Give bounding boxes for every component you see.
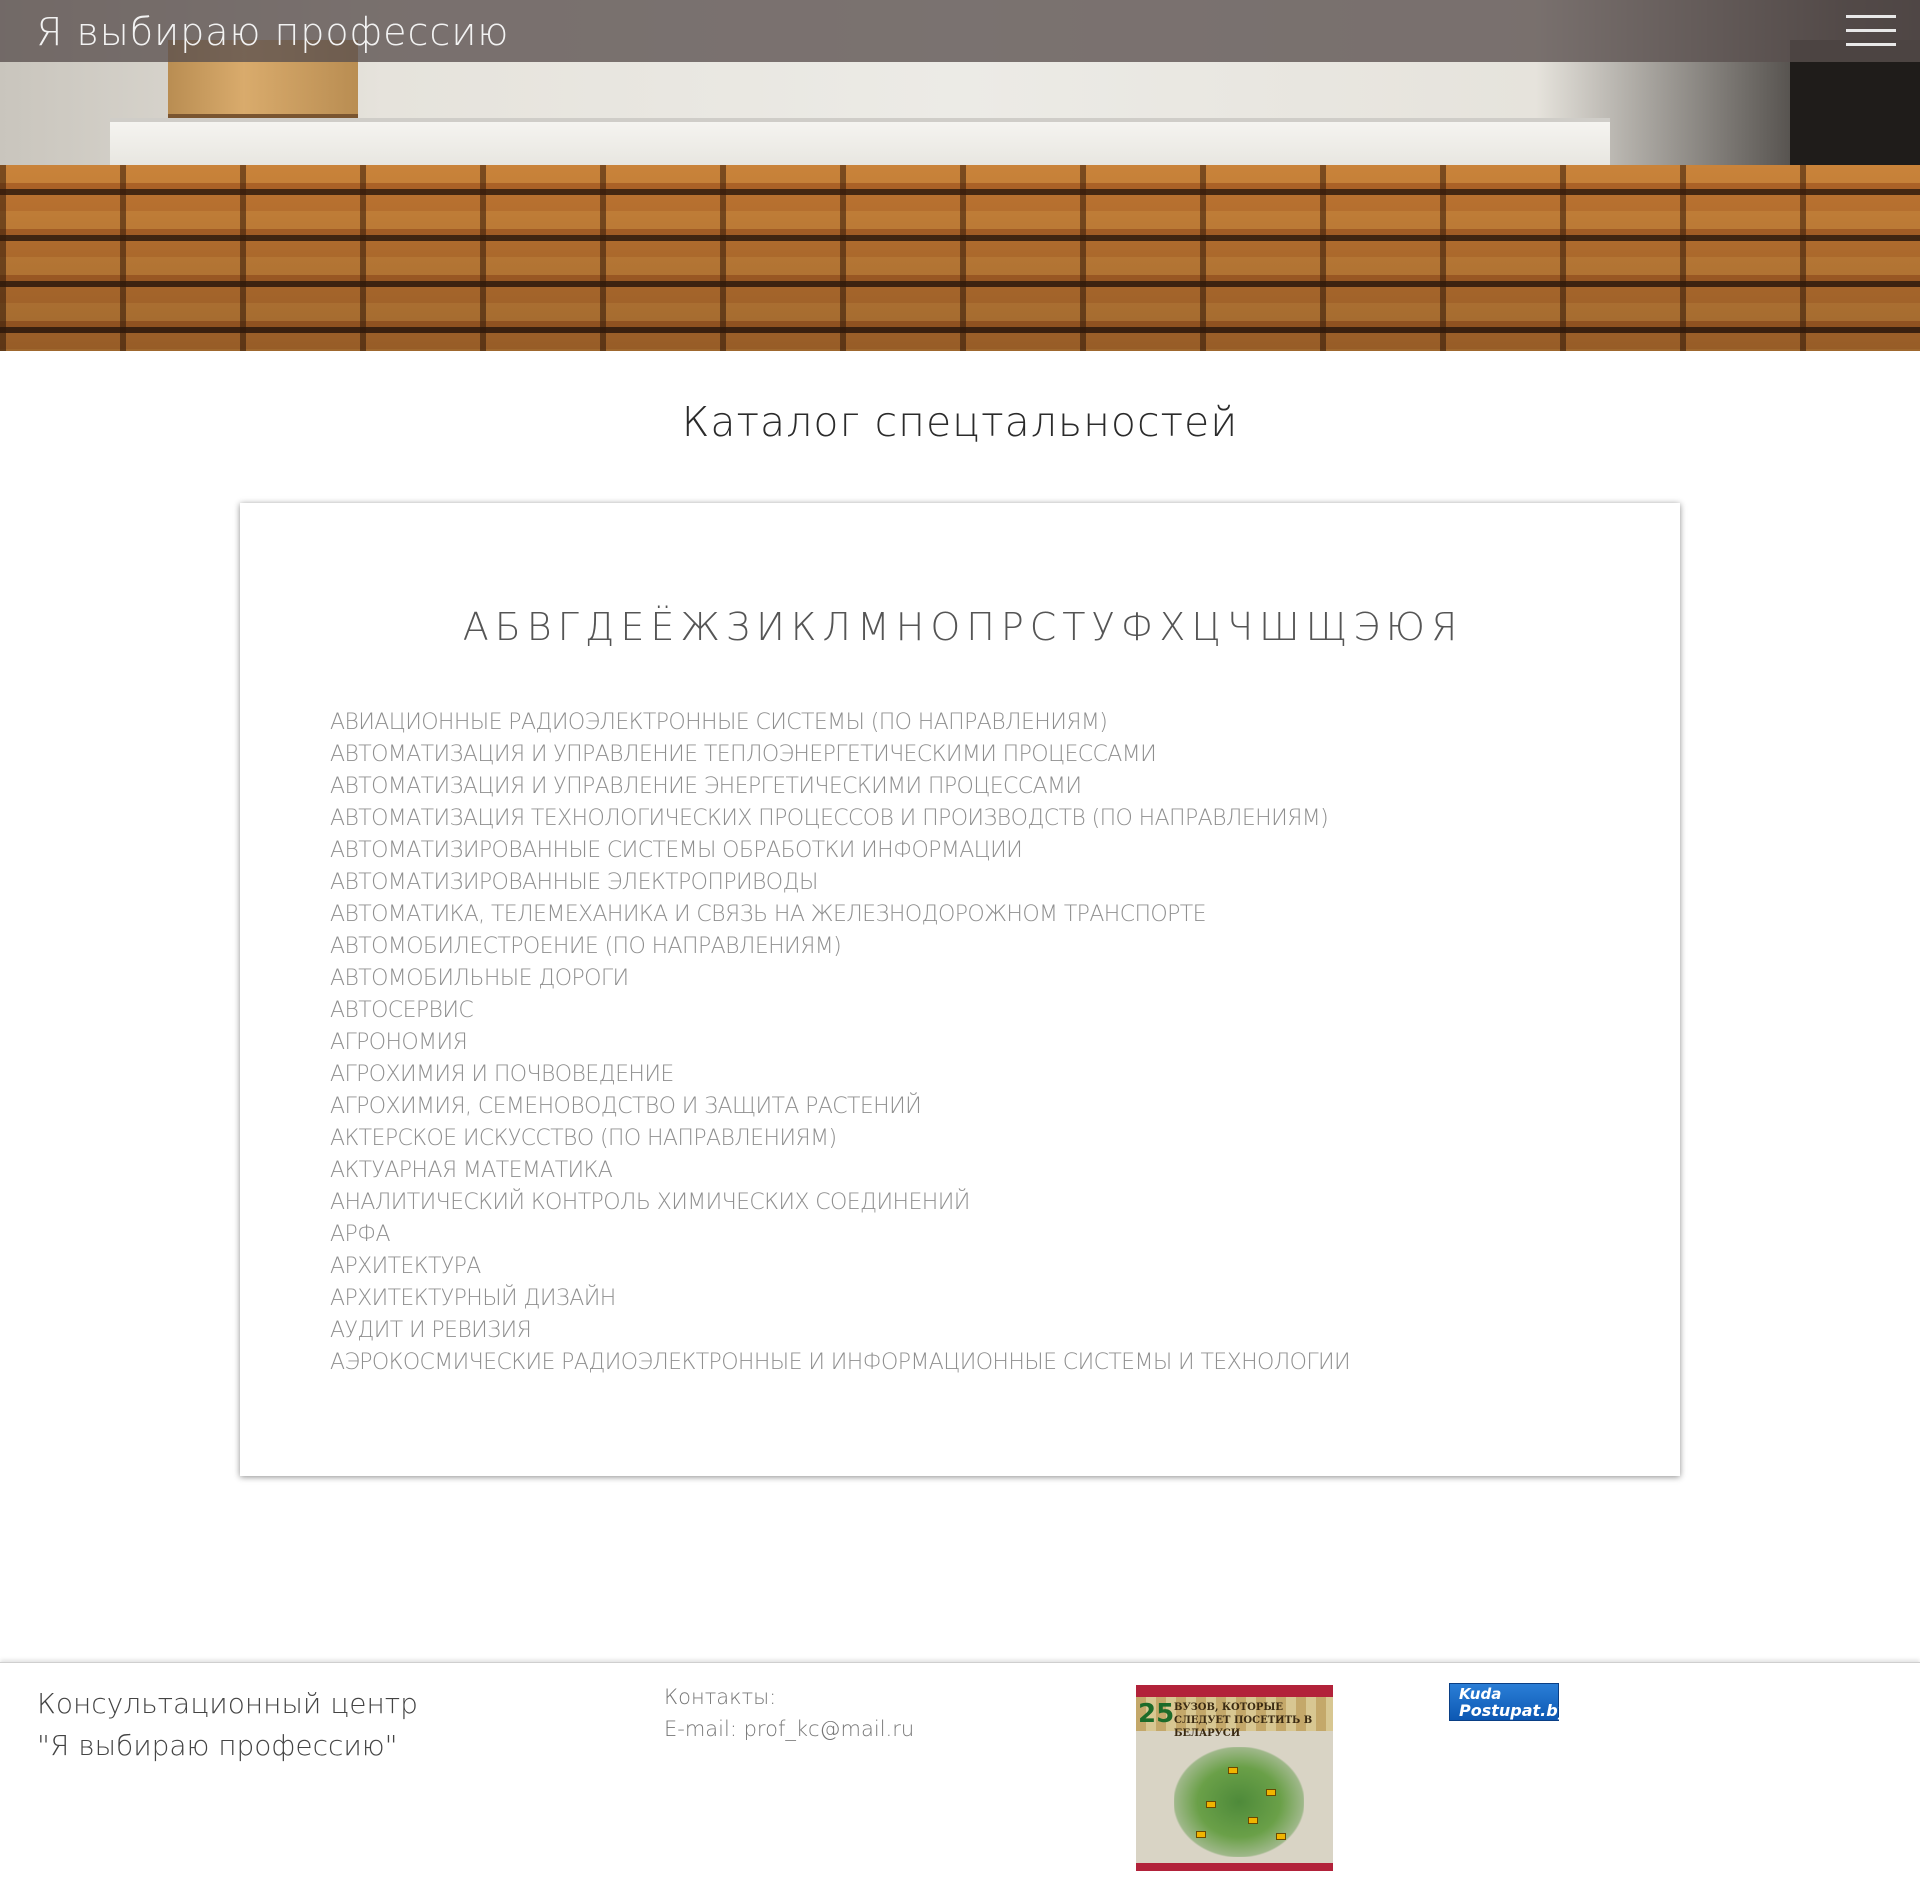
org-subtitle: "Я выбираю профессию" [37,1729,398,1762]
specialty-link[interactable]: Актуарная математика [330,1155,1350,1187]
specialty-link[interactable]: Арфа [330,1219,1350,1251]
specialty-link[interactable]: Автоматизация технологических процессов … [330,803,1350,835]
specialty-link[interactable]: Аналитический контроль химических соедин… [330,1187,1350,1219]
specialty-link[interactable]: Автомобилестроение (по направлениям) [330,931,1350,963]
alphabet-letter-link[interactable]: Ю [1386,605,1425,649]
alphabet-letter-link[interactable]: И [756,605,785,649]
map-marker [1196,1831,1206,1838]
kudapostupat-logo-link[interactable]: Kuda Postupat.by [1449,1683,1568,1721]
specialty-link[interactable]: Автоматизированные электроприводы [330,867,1350,899]
specialty-link[interactable]: Автоматизация и управление теплоэнергети… [330,739,1350,771]
alphabet-letter-link[interactable]: Щ [1306,605,1348,649]
specialty-link[interactable]: Автоматизация и управление энергетически… [330,771,1350,803]
hamburger-menu-icon[interactable] [1846,12,1896,50]
specialty-link[interactable]: Аэрокосмические радиоэлектронные и инфор… [330,1347,1351,1379]
alphabet-letter-link[interactable]: У [1092,605,1115,649]
hero-banner: Я выбираю профессию [0,0,1920,351]
site-brand-link[interactable]: Я выбираю профессию [36,10,509,54]
alphabet-letter-link[interactable]: Э [1353,605,1380,649]
specialty-link[interactable]: Аудит и ревизия [330,1315,1350,1347]
catalog-card: АБВГДЕЁЖЗИКЛМНОПРСТУФХЦЧШЩЭЮЯ Авиационны… [240,503,1680,1476]
alphabet-letter-link[interactable]: Р [1001,605,1024,649]
alphabet-letter-link[interactable]: Е [620,605,644,649]
contacts-email-link[interactable]: E-mail: prof_kc@mail.ru [664,1717,914,1741]
alphabet-letter-link[interactable]: М [857,605,890,649]
alphabet-letter-link[interactable]: Я [1431,605,1457,649]
map-marker [1248,1817,1258,1824]
specialty-link[interactable]: Архитектурный дизайн [330,1283,1350,1315]
specialty-link[interactable]: Архитектура [330,1251,1350,1283]
alphabet-letter-link[interactable]: Ё [650,605,674,649]
banner-text: ВУЗОВ, КОТОРЫЕ СЛЕДУЕТ ПОСЕТИТЬ В БЕЛАРУ… [1174,1702,1313,1739]
map-marker [1228,1767,1238,1774]
specialty-link[interactable]: Автомобильные дороги [330,963,1350,995]
alphabet-letter-link[interactable]: Х [1159,605,1185,649]
footer: Консультационный центр "Я выбираю профес… [0,1662,1920,1880]
specialty-link[interactable]: Автосервис [330,995,1350,1027]
specialty-link[interactable]: Агрохимия, семеноводство и защита растен… [330,1091,1350,1123]
alphabet-letter-link[interactable]: Н [896,605,925,649]
alphabet-letter-link[interactable]: О [930,605,960,649]
belarus-map-image [1174,1747,1304,1857]
alphabet-letter-link[interactable]: Б [495,605,521,649]
map-marker [1276,1833,1286,1840]
alphabet-letter-link[interactable]: Л [822,605,851,649]
specialty-link[interactable]: Агрохимия и почвоведение [330,1059,1350,1091]
org-name: Консультационный центр [37,1687,418,1720]
alphabet-letter-link[interactable]: А [463,605,489,649]
specialty-link[interactable]: Авиационные радиоэлектронные системы (по… [330,707,1350,739]
alphabet-letter-link[interactable]: К [791,605,817,649]
map-marker [1266,1789,1276,1796]
alphabet-filter: АБВГДЕЁЖЗИКЛМНОПРСТУФХЦЧШЩЭЮЯ [240,605,1680,649]
specialty-link[interactable]: Автоматика, телемеханика и связь на желе… [330,899,1350,931]
contacts-label: Контакты: [664,1685,777,1709]
alphabet-letter-link[interactable]: Д [585,605,615,649]
page-title: Каталог спецтальностей [681,398,1239,446]
alphabet-letter-link[interactable]: Ф [1121,605,1154,649]
banner-number: 25 [1138,1699,1175,1729]
hero-seats-image [0,165,1920,351]
alphabet-letter-link[interactable]: Ц [1191,605,1221,649]
map-marker [1206,1801,1216,1808]
alphabet-letter-link[interactable]: Г [558,605,579,649]
alphabet-letter-link[interactable]: З [726,605,750,649]
top-navbar: Я выбираю профессию [0,0,1920,62]
alphabet-letter-link[interactable]: Т [1062,605,1085,649]
alphabet-letter-link[interactable]: Ч [1227,605,1253,649]
kuda-logo-line2: Postupat.by [1459,1701,1569,1720]
specialty-link[interactable]: Актерское искусство (по направлениям) [330,1123,1350,1155]
specialty-link[interactable]: Агрономия [330,1027,1350,1059]
alphabet-letter-link[interactable]: С [1030,605,1057,649]
alphabet-letter-link[interactable]: П [966,605,995,649]
alphabet-letter-link[interactable]: Ж [680,605,720,649]
alphabet-letter-link[interactable]: В [527,605,552,649]
alphabet-letter-link[interactable]: Ш [1259,605,1300,649]
universities-map-banner[interactable]: 25 ВУЗОВ, КОТОРЫЕ СЛЕДУЕТ ПОСЕТИТЬ В БЕЛ… [1136,1685,1333,1871]
specialty-link[interactable]: Автоматизированные системы обработки инф… [330,835,1350,867]
specialty-list: Авиационные радиоэлектронные системы (по… [330,707,1351,1379]
